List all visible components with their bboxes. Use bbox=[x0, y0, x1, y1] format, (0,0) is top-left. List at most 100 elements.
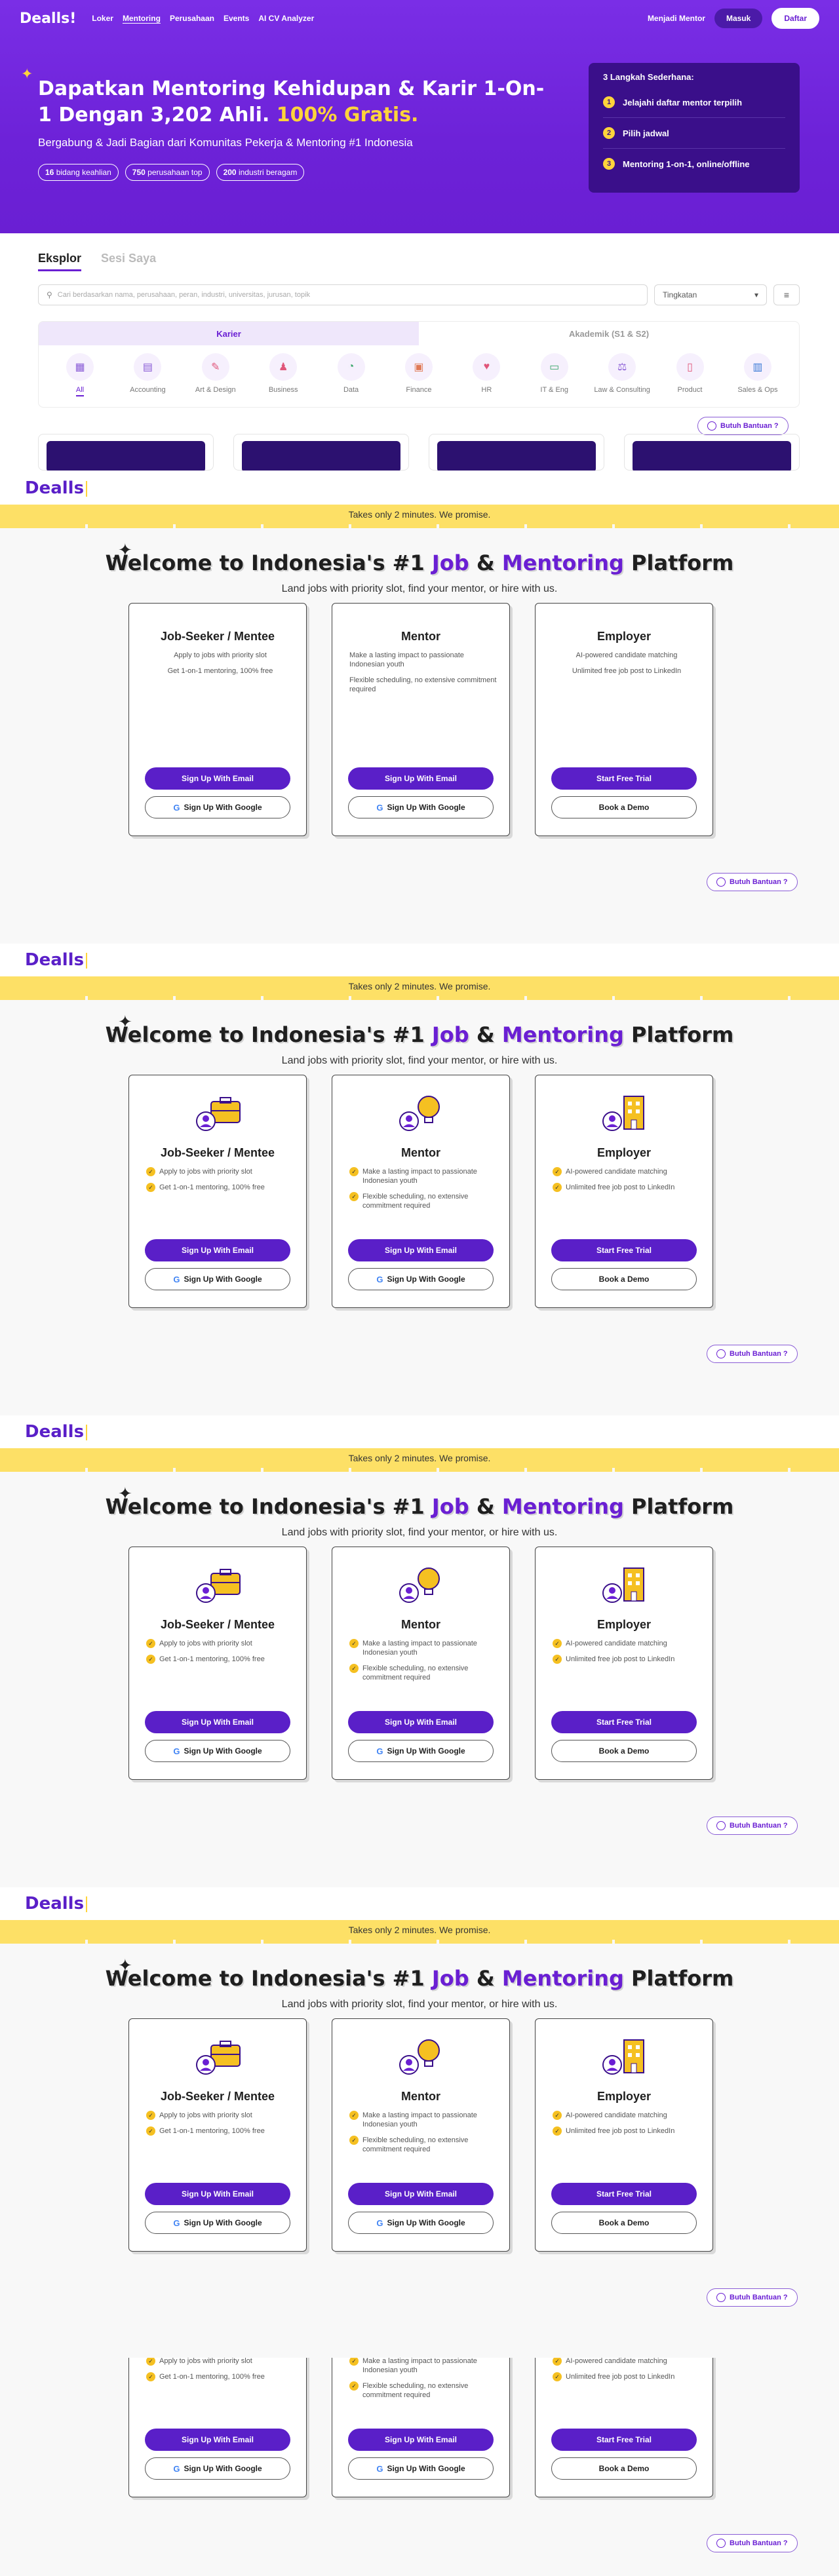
signup-google-button[interactable]: G Sign Up With Google bbox=[348, 1268, 494, 1290]
signup-logo[interactable]: Dealls bbox=[25, 1422, 88, 1442]
building-person-icon bbox=[598, 1564, 650, 1610]
level-select[interactable]: Tingkatan ▾ bbox=[654, 284, 767, 305]
signup-card-title: Job-Seeker / Mentee bbox=[160, 1618, 275, 1631]
help-button[interactable]: Butuh Bantuan ? bbox=[707, 2534, 798, 2552]
help-button[interactable]: Butuh Bantuan ? bbox=[707, 873, 798, 891]
signup-logo[interactable]: Dealls bbox=[25, 1894, 88, 1913]
page: Dealls! Loker Mentoring Perusahaan Event… bbox=[0, 0, 839, 2576]
category-it-eng[interactable]: ▭ IT & Eng bbox=[525, 353, 584, 396]
register-button[interactable]: Daftar bbox=[771, 8, 819, 29]
signup-google-button[interactable]: G Sign Up With Google bbox=[145, 1268, 290, 1290]
tab-eksplor[interactable]: Eksplor bbox=[38, 252, 82, 271]
signup-google-button[interactable]: G Sign Up With Google bbox=[145, 796, 290, 818]
sort-button[interactable]: ≡ bbox=[773, 284, 800, 305]
logo[interactable]: Dealls! bbox=[20, 10, 76, 27]
signup-email-button[interactable]: Sign Up With Email bbox=[348, 1711, 494, 1733]
signup-email-button[interactable]: Sign Up With Email bbox=[348, 2429, 494, 2451]
signup-email-button[interactable]: Sign Up With Email bbox=[348, 1239, 494, 1261]
mentor-card[interactable] bbox=[38, 434, 214, 471]
category-hr[interactable]: ♥ HR bbox=[457, 353, 516, 396]
signup-card-point: ✓ Make a lasting impact to passionate Ind… bbox=[349, 2358, 498, 2375]
category-finance[interactable]: ▣ Finance bbox=[389, 353, 448, 396]
mentor-card[interactable] bbox=[233, 434, 409, 471]
signup-card-point: ✓ Make a lasting impact to passionate Ind… bbox=[349, 1639, 498, 1657]
nav-link-ai-cv[interactable]: AI CV Analyzer bbox=[258, 14, 314, 23]
login-button[interactable]: Masuk bbox=[714, 9, 763, 28]
step-item: 2 Pilih jadwal bbox=[603, 118, 785, 149]
mentor-card[interactable] bbox=[429, 434, 604, 471]
signup-card: Mentor ✓Make a lasting impact to passiona… bbox=[332, 2018, 510, 2252]
help-button[interactable]: Butuh Bantuan ? bbox=[707, 2288, 798, 2307]
signup-google-button[interactable]: G Sign Up With Google bbox=[145, 2457, 290, 2480]
signup-card-point: ✓ Get 1-on-1 mentoring, 100% free bbox=[146, 1655, 294, 1664]
book-demo-button[interactable]: Book a Demo bbox=[551, 1268, 697, 1290]
book-demo-button[interactable]: Book a Demo bbox=[551, 1740, 697, 1762]
whatsapp-icon bbox=[716, 1821, 726, 1830]
search-input[interactable] bbox=[57, 291, 634, 299]
help-button[interactable]: Butuh Bantuan ? bbox=[707, 1345, 798, 1363]
signup-card-points: ✓ Make a lasting impact to passionate Ind… bbox=[349, 1639, 498, 1689]
hero-subtitle: Bergabung & Jadi Bagian dari Komunitas P… bbox=[38, 136, 413, 149]
nav-link-loker[interactable]: Loker bbox=[92, 14, 113, 23]
start-trial-button[interactable]: Start Free Trial bbox=[551, 2183, 697, 2205]
help-button[interactable]: Butuh Bantuan ? bbox=[697, 417, 789, 435]
nav-link-mentoring[interactable]: Mentoring bbox=[123, 14, 161, 23]
signup-section: Dealls Takes only 2 minutes. We promise.… bbox=[0, 2358, 839, 2576]
signup-email-button[interactable]: Sign Up With Email bbox=[145, 1711, 290, 1733]
signup-logo[interactable]: Dealls bbox=[25, 950, 88, 970]
nav-link-perusahaan[interactable]: Perusahaan bbox=[170, 14, 214, 23]
promise-banner: Takes only 2 minutes. We promise. bbox=[0, 505, 839, 524]
signup-card: Employer✓AI-powered candidate matching✓U… bbox=[535, 2018, 713, 2252]
signup-card-title: Job-Seeker / Mentee bbox=[160, 630, 275, 643]
category-accounting[interactable]: ▤ Accounting bbox=[118, 353, 177, 396]
help-button[interactable]: Butuh Bantuan ? bbox=[707, 1817, 798, 1835]
lightbulb-person-icon bbox=[395, 1564, 447, 1610]
signup-section: Dealls Takes only 2 minutes. We promise.… bbox=[0, 944, 839, 1415]
signup-card-point: ✓ Apply to jobs with priority slot bbox=[146, 2358, 294, 2366]
book-demo-button[interactable]: Book a Demo bbox=[551, 796, 697, 818]
signup-email-button[interactable]: Sign Up With Email bbox=[348, 2183, 494, 2205]
signup-google-button[interactable]: G Sign Up With Google bbox=[348, 2457, 494, 2480]
start-trial-button[interactable]: Start Free Trial bbox=[551, 767, 697, 790]
check-icon: ✓ bbox=[553, 1183, 562, 1192]
category-business[interactable]: ♟ Business bbox=[254, 353, 313, 396]
category-sales-ops[interactable]: ▥ Sales & Ops bbox=[728, 353, 787, 396]
signup-card-points: ✓ Apply to jobs with priority slot ✓ Get 1-… bbox=[146, 2111, 294, 2142]
signup-card-point: ✓ Get 1-on-1 mentoring, 100% free bbox=[146, 2372, 294, 2381]
check-icon: ✓ bbox=[553, 1655, 562, 1664]
start-trial-button[interactable]: Start Free Trial bbox=[551, 2429, 697, 2451]
signup-logo[interactable]: Dealls bbox=[25, 478, 88, 498]
check-icon: ✓ bbox=[553, 1639, 562, 1648]
start-trial-button[interactable]: Start Free Trial bbox=[551, 1239, 697, 1261]
signup-email-button[interactable]: Sign Up With Email bbox=[348, 767, 494, 790]
signup-email-button[interactable]: Sign Up With Email bbox=[145, 2183, 290, 2205]
signup-google-button[interactable]: G Sign Up With Google bbox=[348, 2212, 494, 2234]
signup-email-button[interactable]: Sign Up With Email bbox=[145, 767, 290, 790]
category-all[interactable]: ▦ All bbox=[50, 353, 109, 396]
start-trial-button[interactable]: Start Free Trial bbox=[551, 1711, 697, 1733]
category-law-consulting[interactable]: ⚖ Law & Consulting bbox=[593, 353, 652, 396]
category-art-design[interactable]: ✎ Art & Design bbox=[186, 353, 245, 396]
signup-card-title: Employer bbox=[596, 2090, 652, 2103]
signup-google-button[interactable]: G Sign Up With Google bbox=[348, 796, 494, 818]
signup-email-button[interactable]: Sign Up With Email bbox=[145, 2429, 290, 2451]
signup-card-points: ✓ Apply to jobs with priority slot ✓ Get 1-… bbox=[146, 1167, 294, 1199]
tab-akademik[interactable]: Akademik (S1 & S2) bbox=[419, 322, 799, 345]
category-product[interactable]: ▯ Product bbox=[661, 353, 720, 396]
signup-card: Job-Seeker / Mentee ✓Apply to jobs with p… bbox=[128, 2018, 307, 2252]
signup-google-button[interactable]: G Sign Up With Google bbox=[145, 1740, 290, 1762]
signup-card: Employer✓AI-powered candidate matching✓U… bbox=[535, 2358, 713, 2497]
signup-google-button[interactable]: G Sign Up With Google bbox=[348, 1740, 494, 1762]
mentor-card[interactable] bbox=[624, 434, 800, 471]
book-demo-button[interactable]: Book a Demo bbox=[551, 2457, 697, 2480]
category-data[interactable]: ◔ Data bbox=[322, 353, 381, 396]
become-mentor-link[interactable]: Menjadi Mentor bbox=[648, 14, 705, 23]
book-demo-button[interactable]: Book a Demo bbox=[551, 2212, 697, 2234]
tab-karier[interactable]: Karier bbox=[39, 322, 419, 345]
nav-link-events[interactable]: Events bbox=[224, 14, 249, 23]
signup-email-button[interactable]: Sign Up With Email bbox=[145, 1239, 290, 1261]
chart-icon: ◔ bbox=[337, 353, 365, 381]
signup-card-title: Job-Seeker / Mentee bbox=[160, 1146, 275, 1159]
tab-sesi-saya[interactable]: Sesi Saya bbox=[101, 252, 156, 271]
signup-google-button[interactable]: G Sign Up With Google bbox=[145, 2212, 290, 2234]
